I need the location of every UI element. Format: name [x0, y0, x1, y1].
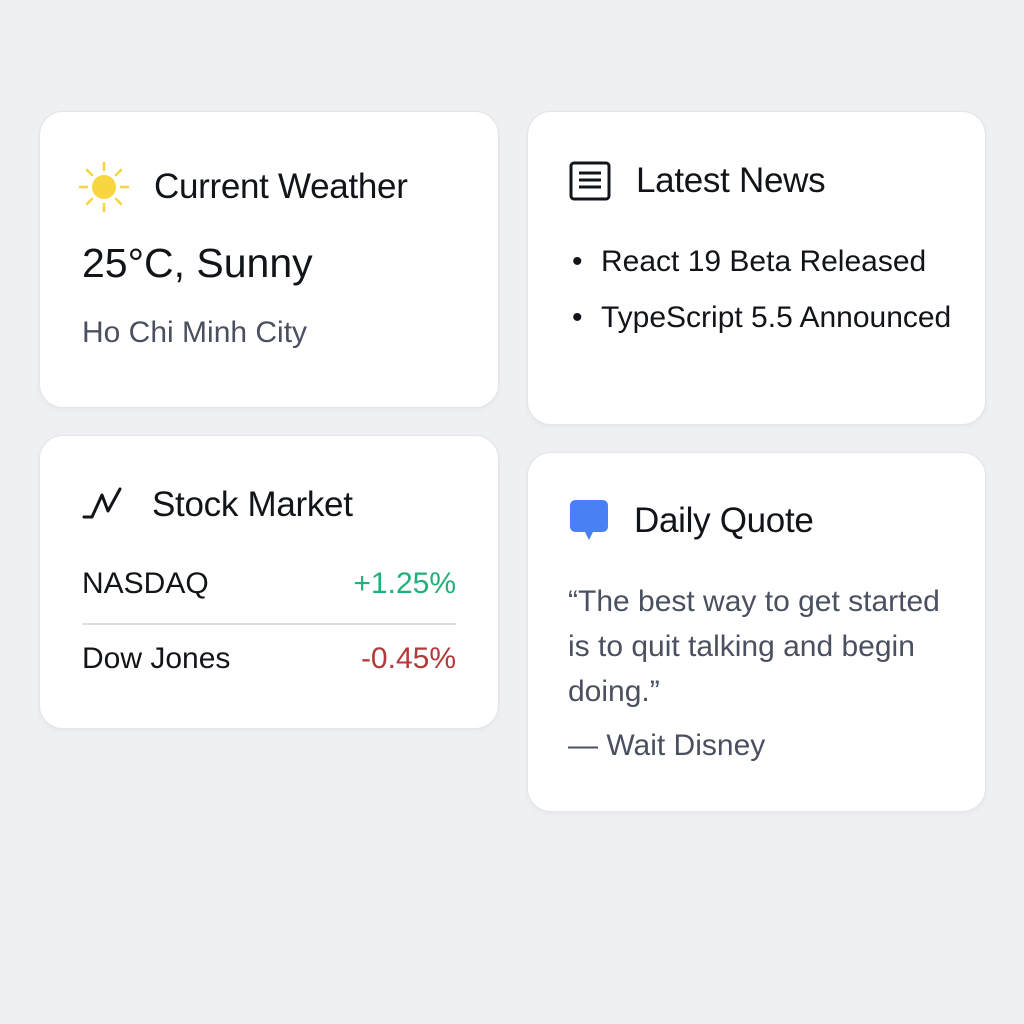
news-item-label: React 19 Beta Released — [601, 245, 927, 278]
news-item-label: TypeScript 5.5 Announced — [601, 301, 952, 334]
stock-row-dow-jones: Dow Jones -0.45% — [82, 642, 456, 676]
quote-header: Daily Quote — [528, 498, 985, 544]
news-item[interactable]: • TypeScript 5.5 Announced — [568, 296, 958, 340]
quote-text: “The best way to get started is to quit … — [568, 585, 940, 708]
speech-bubble-icon — [568, 498, 610, 544]
sun-icon — [76, 159, 132, 215]
newspaper-icon — [568, 159, 612, 203]
news-header: Latest News — [528, 159, 985, 203]
stock-title: Stock Market — [152, 485, 353, 524]
stock-change: -0.45% — [360, 642, 456, 675]
weather-city: Ho Chi Minh City — [82, 316, 308, 349]
news-list: • React 19 Beta Released • TypeScript 5.… — [568, 240, 958, 352]
news-item[interactable]: • React 19 Beta Released — [568, 240, 958, 284]
divider — [82, 623, 456, 625]
trend-line-icon — [80, 481, 128, 529]
stock-header: Stock Market — [40, 481, 498, 529]
weather-card: Current Weather 25°C, Sunny Ho Chi Minh … — [39, 111, 499, 408]
stock-change: +1.25% — [353, 567, 456, 600]
stock-name: NASDAQ — [82, 567, 209, 600]
stock-card: Stock Market NASDAQ +1.25% Dow Jones -0.… — [39, 435, 499, 729]
stock-name: Dow Jones — [82, 642, 231, 675]
weather-header: Current Weather — [40, 159, 498, 215]
stock-row-nasdaq: NASDAQ +1.25% — [82, 567, 456, 601]
quote-title: Daily Quote — [634, 501, 814, 540]
news-card: Latest News • React 19 Beta Released • T… — [527, 111, 986, 425]
quote-card: Daily Quote “The best way to get started… — [527, 452, 986, 812]
weather-temperature: 25°C, Sunny — [82, 240, 313, 286]
news-title: Latest News — [636, 161, 826, 200]
weather-title: Current Weather — [154, 167, 408, 206]
quote-author: — Wait Disney — [568, 729, 766, 762]
